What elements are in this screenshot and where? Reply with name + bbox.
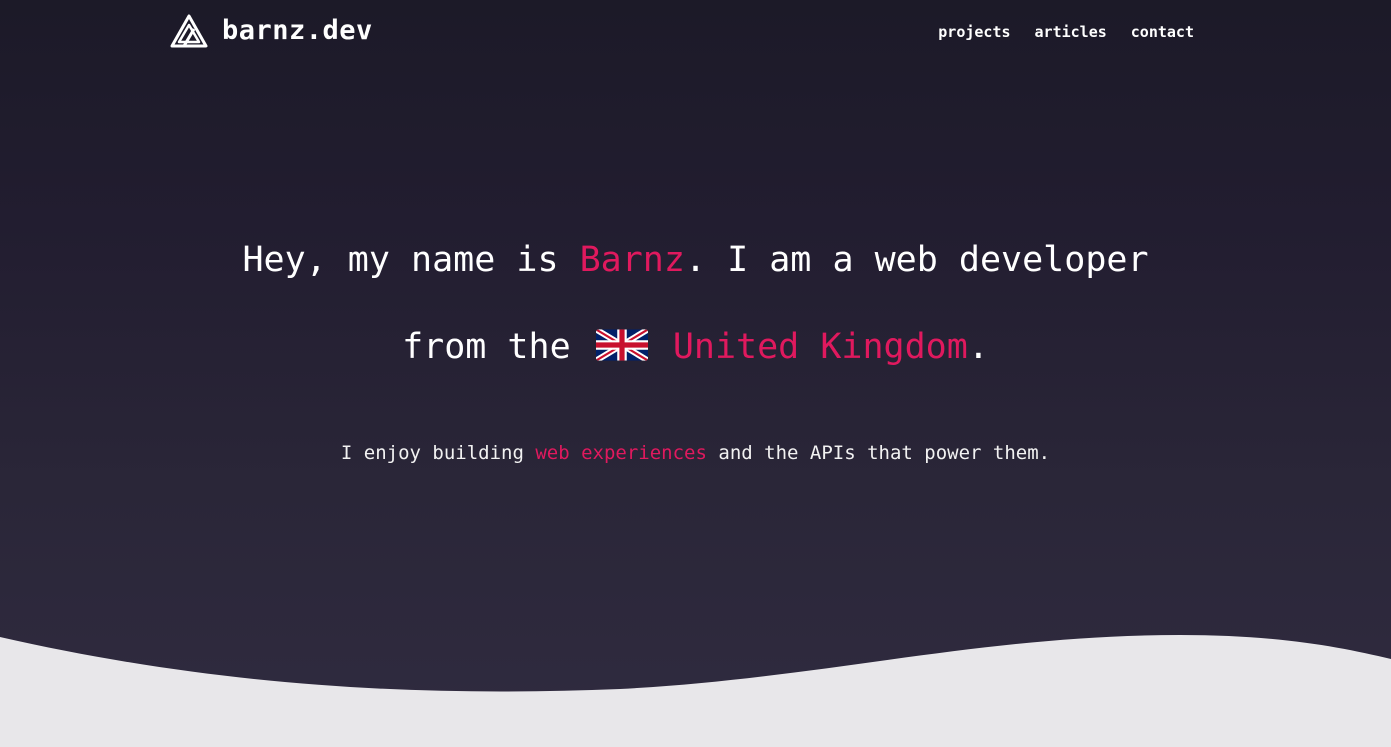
site-header: barnz.dev projects articles contact <box>0 0 1391 64</box>
bottom-wave-divider <box>0 635 1391 747</box>
uk-flag-icon <box>595 329 648 361</box>
nav-contact-link[interactable]: contact <box>1131 21 1194 43</box>
hero-heading-line-1: Hey, my name is Barnz. I am a web develo… <box>0 240 1391 280</box>
nav-articles-link[interactable]: articles <box>1035 21 1107 43</box>
main-nav: projects articles contact <box>938 21 1194 43</box>
tagline-highlight: web experiences <box>535 442 707 464</box>
brand-home-link[interactable]: barnz.dev <box>170 14 373 48</box>
hero-country: United Kingdom <box>672 327 968 367</box>
nav-projects-link[interactable]: projects <box>938 21 1010 43</box>
tagline-prefix: I enjoy building <box>340 442 536 464</box>
brand-name: barnz.dev <box>222 15 373 46</box>
hero-intro-text: Hey, my name is <box>242 240 580 280</box>
tagline-suffix: and the APIs that power them. <box>706 442 1051 464</box>
hero-role-text: . I am a web developer <box>684 240 1149 280</box>
triangle-logo-icon <box>170 14 208 48</box>
hero-heading-line-2: from the United Kingdom. <box>0 327 1391 367</box>
hero-period: . <box>967 327 989 367</box>
hero-name: Barnz <box>579 240 685 280</box>
hero-tagline: I enjoy building web experiences and the… <box>0 442 1391 464</box>
hero-from-text: from the <box>402 327 592 367</box>
